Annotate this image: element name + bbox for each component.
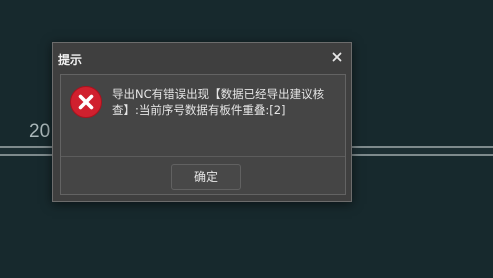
ok-button[interactable]: 确定 — [171, 164, 241, 190]
close-icon — [332, 52, 342, 62]
alert-dialog: 提示 导出NC有错误出现【数据已经导出建议核查】:当前序号数据有板件重叠:[2]… — [52, 42, 352, 202]
error-icon — [70, 86, 102, 118]
close-button[interactable] — [329, 49, 345, 65]
dialog-titlebar: 提示 — [53, 43, 351, 73]
background-year-text: 20 — [29, 121, 51, 142]
dialog-title: 提示 — [58, 53, 83, 67]
dialog-divider — [61, 156, 345, 157]
dialog-content-panel: 导出NC有错误出现【数据已经导出建议核查】:当前序号数据有板件重叠:[2] 确定 — [60, 74, 346, 195]
error-message: 导出NC有错误出现【数据已经导出建议核查】:当前序号数据有板件重叠:[2] — [112, 87, 325, 117]
